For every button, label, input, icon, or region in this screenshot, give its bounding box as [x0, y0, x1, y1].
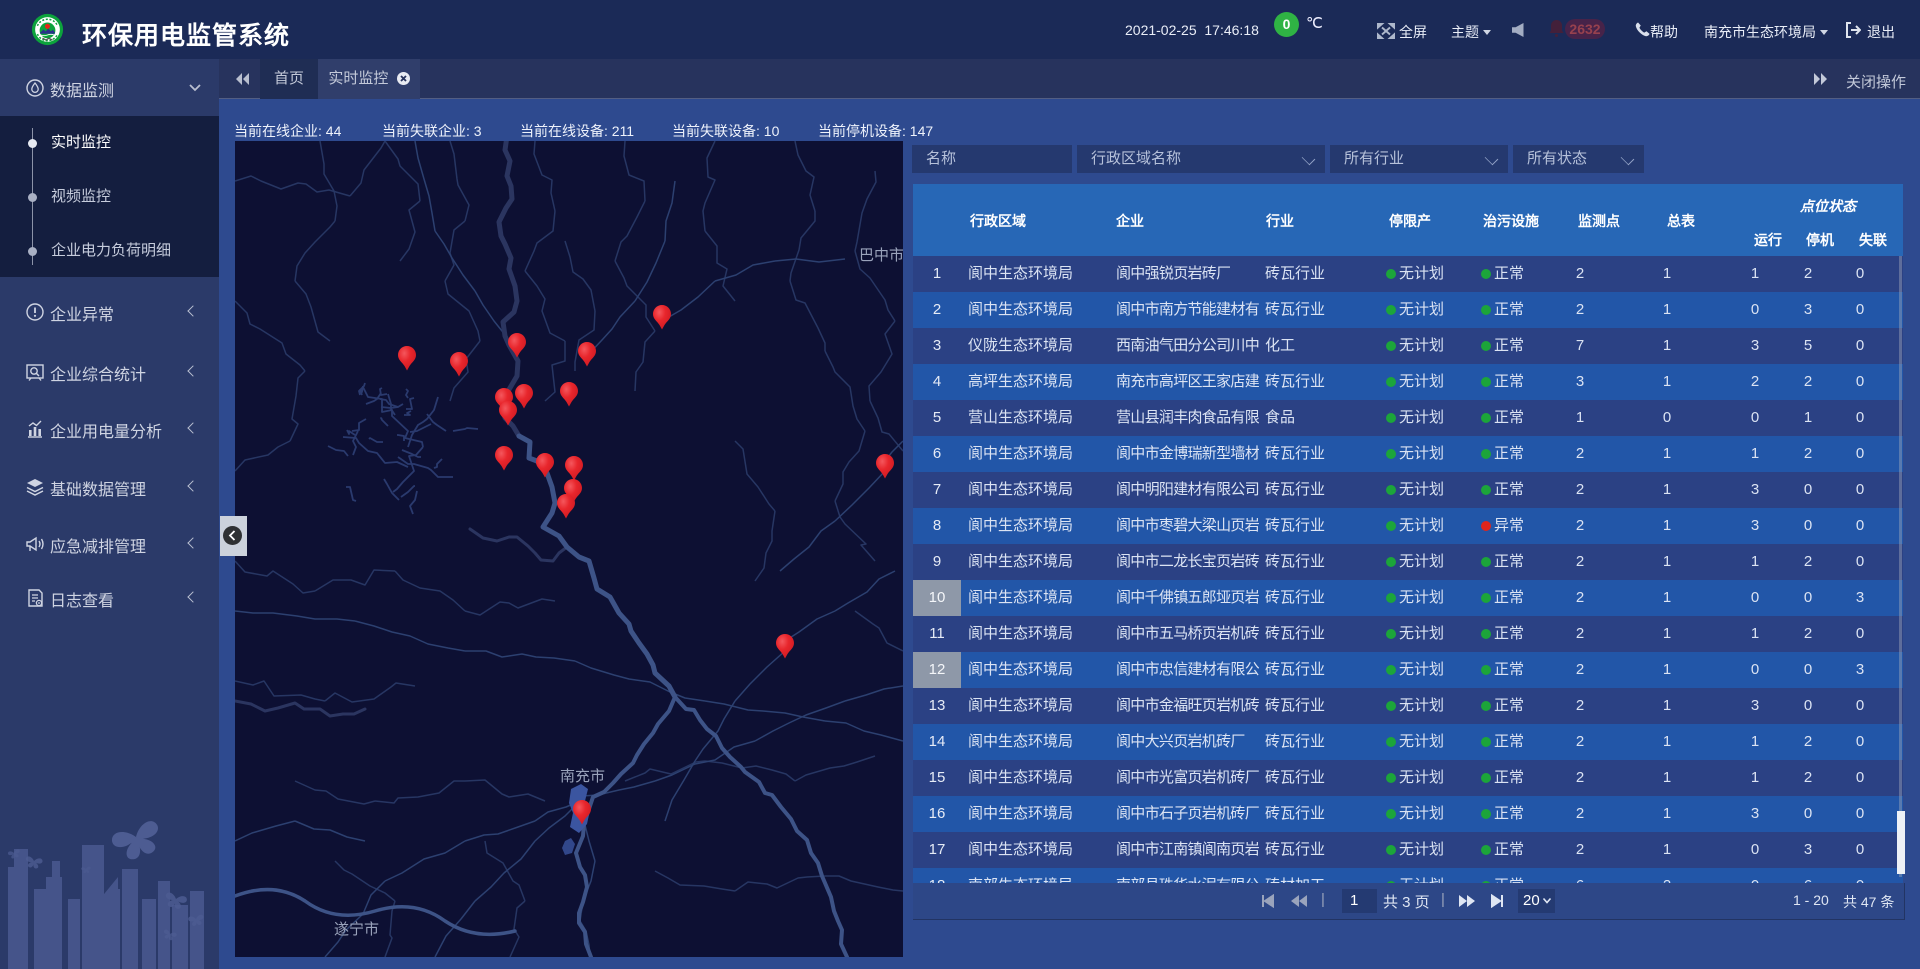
svg-text:遂宁市: 遂宁市: [334, 921, 379, 938]
svg-text:南充市: 南充市: [560, 768, 605, 785]
svg-text:巴中市: 巴中市: [859, 247, 903, 264]
